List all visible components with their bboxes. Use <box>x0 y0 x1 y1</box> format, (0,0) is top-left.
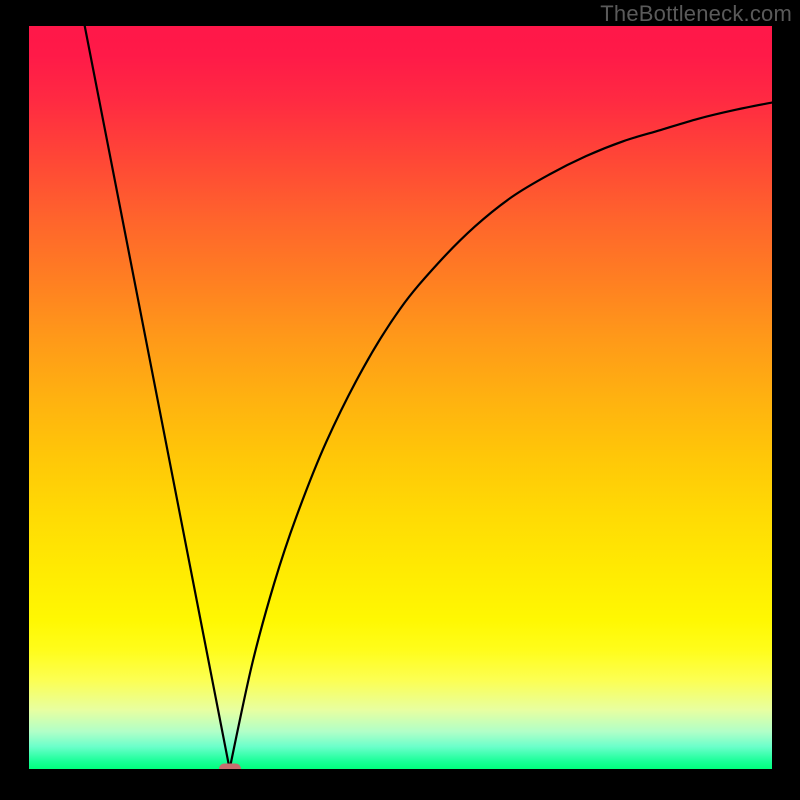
optimum-marker-icon <box>219 764 241 770</box>
watermark-text: TheBottleneck.com <box>600 1 792 27</box>
bottleneck-curve <box>85 26 772 769</box>
plot-area <box>29 26 772 769</box>
chart-container: TheBottleneck.com <box>0 0 800 800</box>
curve-svg <box>29 26 772 769</box>
